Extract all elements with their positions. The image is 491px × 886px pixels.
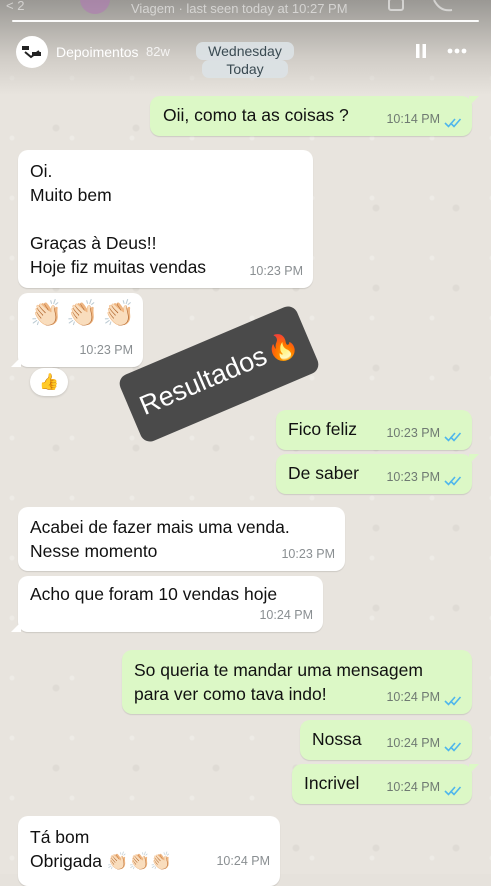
read-ticks-icon <box>444 428 462 442</box>
original-chat-header: < 2 Viagem · last seen today at 10:27 PM <box>0 0 491 18</box>
handshake-logo-icon <box>22 46 41 59</box>
message-time: 10:23 PM <box>79 343 133 357</box>
story-avatar[interactable] <box>16 36 48 68</box>
message-meta: 10:24 PM <box>386 777 462 798</box>
message-meta: 10:23 PM <box>386 423 462 444</box>
message-bubble-outgoing[interactable]: Incrivel 10:24 PM <box>292 764 479 804</box>
message-time: 10:24 PM <box>386 736 440 750</box>
message-time: 10:23 PM <box>281 547 335 561</box>
read-ticks-icon <box>444 114 462 128</box>
bubble-tail <box>469 96 479 106</box>
bubble-tail <box>11 357 21 367</box>
original-back-count: < 2 <box>6 0 25 13</box>
message-text: Tá bom Obrigada 👏🏻👏🏻👏🏻 <box>30 827 173 871</box>
message-bubble-outgoing[interactable]: So queria te mandar uma mensagem para ve… <box>122 650 472 714</box>
message-meta: 10:24 PM <box>259 605 313 626</box>
message-text: Nossa <box>312 729 362 749</box>
message-meta: 10:23 PM <box>249 261 303 282</box>
message-time: 10:24 PM <box>259 608 313 622</box>
story-account-name[interactable]: Depoimentos <box>56 44 139 60</box>
message-time: 10:24 PM <box>386 780 440 794</box>
message-bubble-incoming[interactable]: Acabei de fazer mais uma venda. Nesse mo… <box>18 507 345 571</box>
message-bubble-outgoing[interactable]: Nossa 10:24 PM <box>300 720 472 760</box>
message-bubble-incoming[interactable]: 👏🏻👏🏻👏🏻 10:23 PM <box>11 293 143 367</box>
message-bubble-incoming[interactable]: Acho que foram 10 vendas hoje 10:24 PM <box>11 576 323 632</box>
original-last-seen: Viagem · last seen today at 10:27 PM <box>131 1 348 16</box>
message-time: 10:24 PM <box>216 854 270 868</box>
message-meta: 10:23 PM <box>386 467 462 488</box>
message-time: 10:23 PM <box>249 264 303 278</box>
reaction-badge[interactable]: 👍 <box>30 368 68 396</box>
message-emoji: 👏🏻👏🏻👏🏻 <box>30 298 140 328</box>
bubble-tail <box>469 454 479 464</box>
message-time: 10:14 PM <box>386 112 440 126</box>
read-ticks-icon <box>444 738 462 752</box>
bubble-tail <box>469 764 479 774</box>
read-ticks-icon <box>444 782 462 796</box>
message-meta: 10:23 PM <box>281 544 335 565</box>
message-meta: 10:24 PM <box>386 733 462 754</box>
message-bubble-incoming[interactable]: Tá bom Obrigada 👏🏻👏🏻👏🏻 10:24 PM <box>18 816 280 886</box>
story-age: 82w <box>146 44 170 59</box>
read-ticks-icon <box>444 472 462 486</box>
message-bubble-outgoing[interactable]: Oii, como ta as coisas ? 10:14 PM <box>150 96 479 136</box>
message-bubble-incoming[interactable]: Oi. Muito bem Graças à Deus!! Hoje fiz m… <box>18 150 313 288</box>
bubble-tail <box>11 622 21 632</box>
message-time: 10:23 PM <box>386 426 440 440</box>
message-text: Fico feliz <box>288 419 358 439</box>
message-text: Oi. Muito bem Graças à Deus!! Hoje fiz m… <box>30 161 207 277</box>
story-progress-bar <box>12 20 479 22</box>
message-text: Incrivel <box>304 773 360 793</box>
phone-call-icon <box>432 0 454 15</box>
message-meta: 10:24 PM <box>216 851 270 872</box>
message-meta: 10:24 PM <box>386 687 462 708</box>
message-text: De saber <box>288 463 360 483</box>
message-text: Acho que foram 10 vendas hoje <box>30 584 278 604</box>
message-text: Acabei de fazer mais uma venda. Nesse mo… <box>30 517 290 561</box>
message-text: Oii, como ta as coisas ? <box>163 105 349 125</box>
message-meta: 10:14 PM <box>386 109 462 130</box>
message-bubble-outgoing[interactable]: De saber 10:23 PM <box>276 454 479 494</box>
read-ticks-icon <box>444 692 462 706</box>
message-time: 10:23 PM <box>386 470 440 484</box>
message-time: 10:24 PM <box>386 690 440 704</box>
original-contact-avatar <box>80 0 110 14</box>
video-call-icon <box>388 0 410 15</box>
date-chip-today: Today <box>202 60 288 78</box>
more-options-icon[interactable] <box>446 44 468 63</box>
date-chip-day: Wednesday <box>196 42 294 60</box>
message-text: So queria te mandar uma mensagem para ve… <box>134 660 423 704</box>
pause-icon[interactable] <box>414 42 428 65</box>
message-meta: 10:23 PM <box>79 340 133 361</box>
message-bubble-outgoing[interactable]: Fico feliz 10:23 PM <box>276 410 472 450</box>
